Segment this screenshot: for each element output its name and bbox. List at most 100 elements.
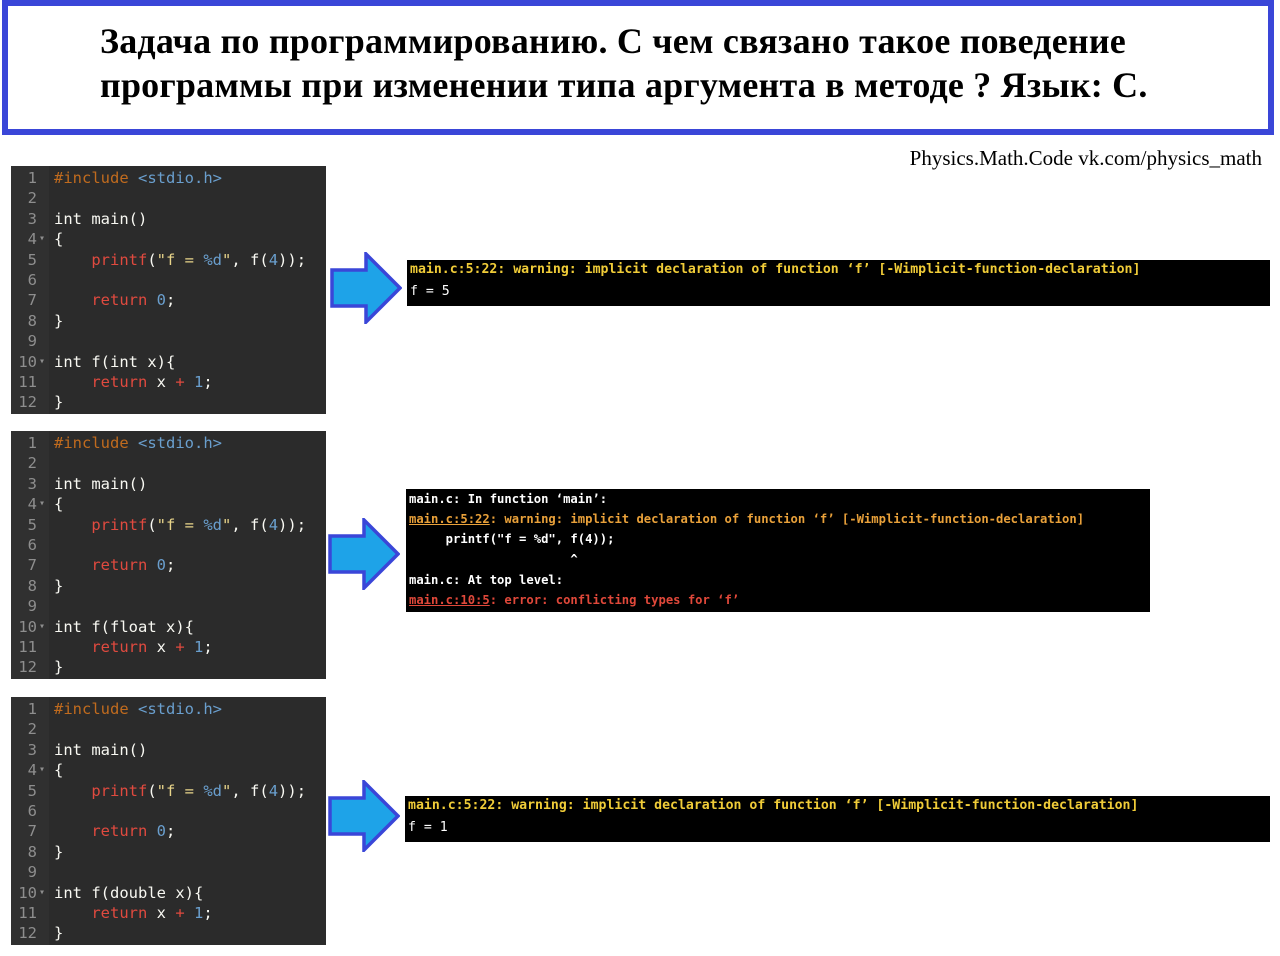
code-text: return 0; (91, 291, 176, 310)
code-text: printf("f = %d", f(4)); (91, 250, 307, 269)
line-number: 1 (27, 700, 37, 718)
error-location[interactable]: main.c:10:5 (409, 593, 490, 607)
code-line: 1 #include <stdio.h> (11, 699, 326, 720)
title-line-2: программы при изменении типа аргумента в… (100, 65, 1148, 105)
code-line: 12} (11, 923, 326, 944)
source-echo: printf("f = %d", f(4)); (409, 532, 615, 546)
line-number: 3 (27, 740, 37, 759)
warning-line: main.c:5:22: warning: implicit declarati… (410, 262, 1141, 277)
code-line: 3 int main() (11, 209, 326, 230)
code-line: 10 ▾ int f(double x){ (11, 883, 326, 904)
code-text: printf("f = %d", f(4)); (91, 781, 307, 800)
code-line: 5 printf("f = %d", f(4)); (11, 250, 326, 271)
error-line: main.c:10:5: error: conflicting types fo… (409, 593, 739, 607)
fold-toggle-icon[interactable]: ▾ (39, 229, 45, 250)
code-text: int f(double x){ (54, 883, 204, 902)
code-line: 12} (11, 392, 326, 413)
code-line: 3 int main() (11, 474, 326, 495)
code-line: 11 return x + 1; (11, 372, 326, 393)
title-line-1: Задача по программированию. С чем связан… (100, 21, 1126, 61)
right-arrow-icon (328, 780, 400, 852)
line-number: 5 (27, 250, 37, 269)
line-number: 11 (18, 904, 37, 922)
code-line: 7 return 0; (11, 555, 326, 576)
fold-toggle-icon[interactable]: ▾ (39, 760, 45, 781)
line-number: 3 (27, 209, 37, 228)
credit-text: Physics.Math.Code vk.com/physics_math (909, 146, 1262, 170)
line-number: 8 (27, 842, 37, 861)
line-number: 4 (27, 761, 37, 780)
code-text: return x + 1; (91, 638, 213, 656)
line-number: 6 (27, 271, 37, 289)
line-number: 12 (18, 658, 37, 677)
code-text: { (54, 230, 64, 249)
info-line-2: main.c: At top level: (409, 573, 564, 587)
code-line: 4 ▾ { (11, 494, 326, 515)
line-number: 4 (27, 230, 37, 249)
code-line: 7 return 0; (11, 821, 326, 842)
code-line: 1 #include <stdio.h> (11, 433, 326, 454)
line-number: 12 (18, 924, 37, 943)
code-text: } (54, 576, 64, 595)
code-text: return x + 1; (91, 904, 213, 922)
code-text: int main() (54, 209, 148, 228)
line-number: 1 (27, 434, 37, 452)
code-line: 2 (11, 188, 326, 209)
code-text: int f(int x){ (54, 352, 176, 371)
code-text: printf("f = %d", f(4)); (91, 515, 307, 534)
code-line: 3 int main() (11, 740, 326, 761)
code-line: 5 printf("f = %d", f(4)); (11, 515, 326, 536)
code-line: 2 (11, 719, 326, 740)
info-line: main.c: In function ‘main’: (409, 492, 608, 506)
line-number: 6 (27, 536, 37, 554)
code-text: } (54, 658, 64, 677)
line-number: 7 (27, 291, 37, 310)
code-text: return 0; (91, 556, 176, 575)
line-number: 6 (27, 802, 37, 820)
line-number: 9 (27, 597, 37, 616)
code-line: 6 (11, 535, 326, 556)
code-line: 8} (11, 842, 326, 863)
line-number: 10 (18, 352, 37, 371)
code-editor[interactable]: 1 #include <stdio.h> 2 3 int main() 4 ▾{5 prin… (11, 697, 326, 945)
code-text: } (54, 924, 64, 943)
line-number: 7 (27, 556, 37, 575)
code-line: 4 ▾ { (11, 229, 326, 250)
code-text: #include <stdio.h> (54, 169, 222, 187)
fold-toggle-icon[interactable]: ▾ (39, 494, 45, 515)
code-line: 11 return x + 1; (11, 637, 326, 658)
code-text: } (54, 842, 64, 861)
warning-line: main.c:5:22: warning: implicit declarati… (409, 512, 1084, 526)
fold-toggle-icon[interactable]: ▾ (39, 617, 45, 638)
code-text: } (54, 393, 64, 412)
code-text: return x + 1; (91, 373, 213, 391)
warning-text: : warning: implicit declaration of funct… (489, 512, 1085, 526)
caret-line: ^ (409, 552, 578, 566)
code-line: 7 return 0; (11, 290, 326, 311)
line-number: 3 (27, 474, 37, 493)
line-number: 8 (27, 311, 37, 330)
line-number: 4 (27, 495, 37, 514)
line-number: 10 (18, 617, 37, 636)
fold-toggle-icon[interactable]: ▾ (39, 883, 45, 904)
code-text: } (54, 311, 64, 330)
line-number: 11 (18, 638, 37, 656)
line-number: 1 (27, 169, 37, 187)
line-number: 5 (27, 515, 37, 534)
error-text: : error: conflicting types for ‘f’ (489, 593, 740, 607)
title-frame: Задача по программированию. С чем связан… (2, 0, 1274, 135)
code-line: 6 (11, 270, 326, 291)
output-console-2: main.c: In function ‘main’: main.c:5:22:… (406, 489, 1150, 612)
right-arrow-icon (330, 252, 402, 324)
right-arrow-icon (328, 518, 400, 590)
code-line: 12} (11, 657, 326, 678)
code-line: 1 #include <stdio.h> (11, 168, 326, 189)
line-number: 2 (27, 720, 37, 739)
output-console-3: main.c:5:22: warning: implicit declarati… (405, 796, 1270, 842)
fold-toggle-icon[interactable]: ▾ (39, 352, 45, 373)
line-number: 2 (27, 454, 37, 473)
line-number: 11 (18, 373, 37, 391)
code-editor[interactable]: 1 #include <stdio.h> 2 3 int main() 4 ▾{5 prin… (11, 166, 326, 414)
code-editor[interactable]: 1 #include <stdio.h> 2 3 int main() 4 ▾{5 prin… (11, 431, 326, 679)
warning-location[interactable]: main.c:5:22 (409, 512, 490, 526)
